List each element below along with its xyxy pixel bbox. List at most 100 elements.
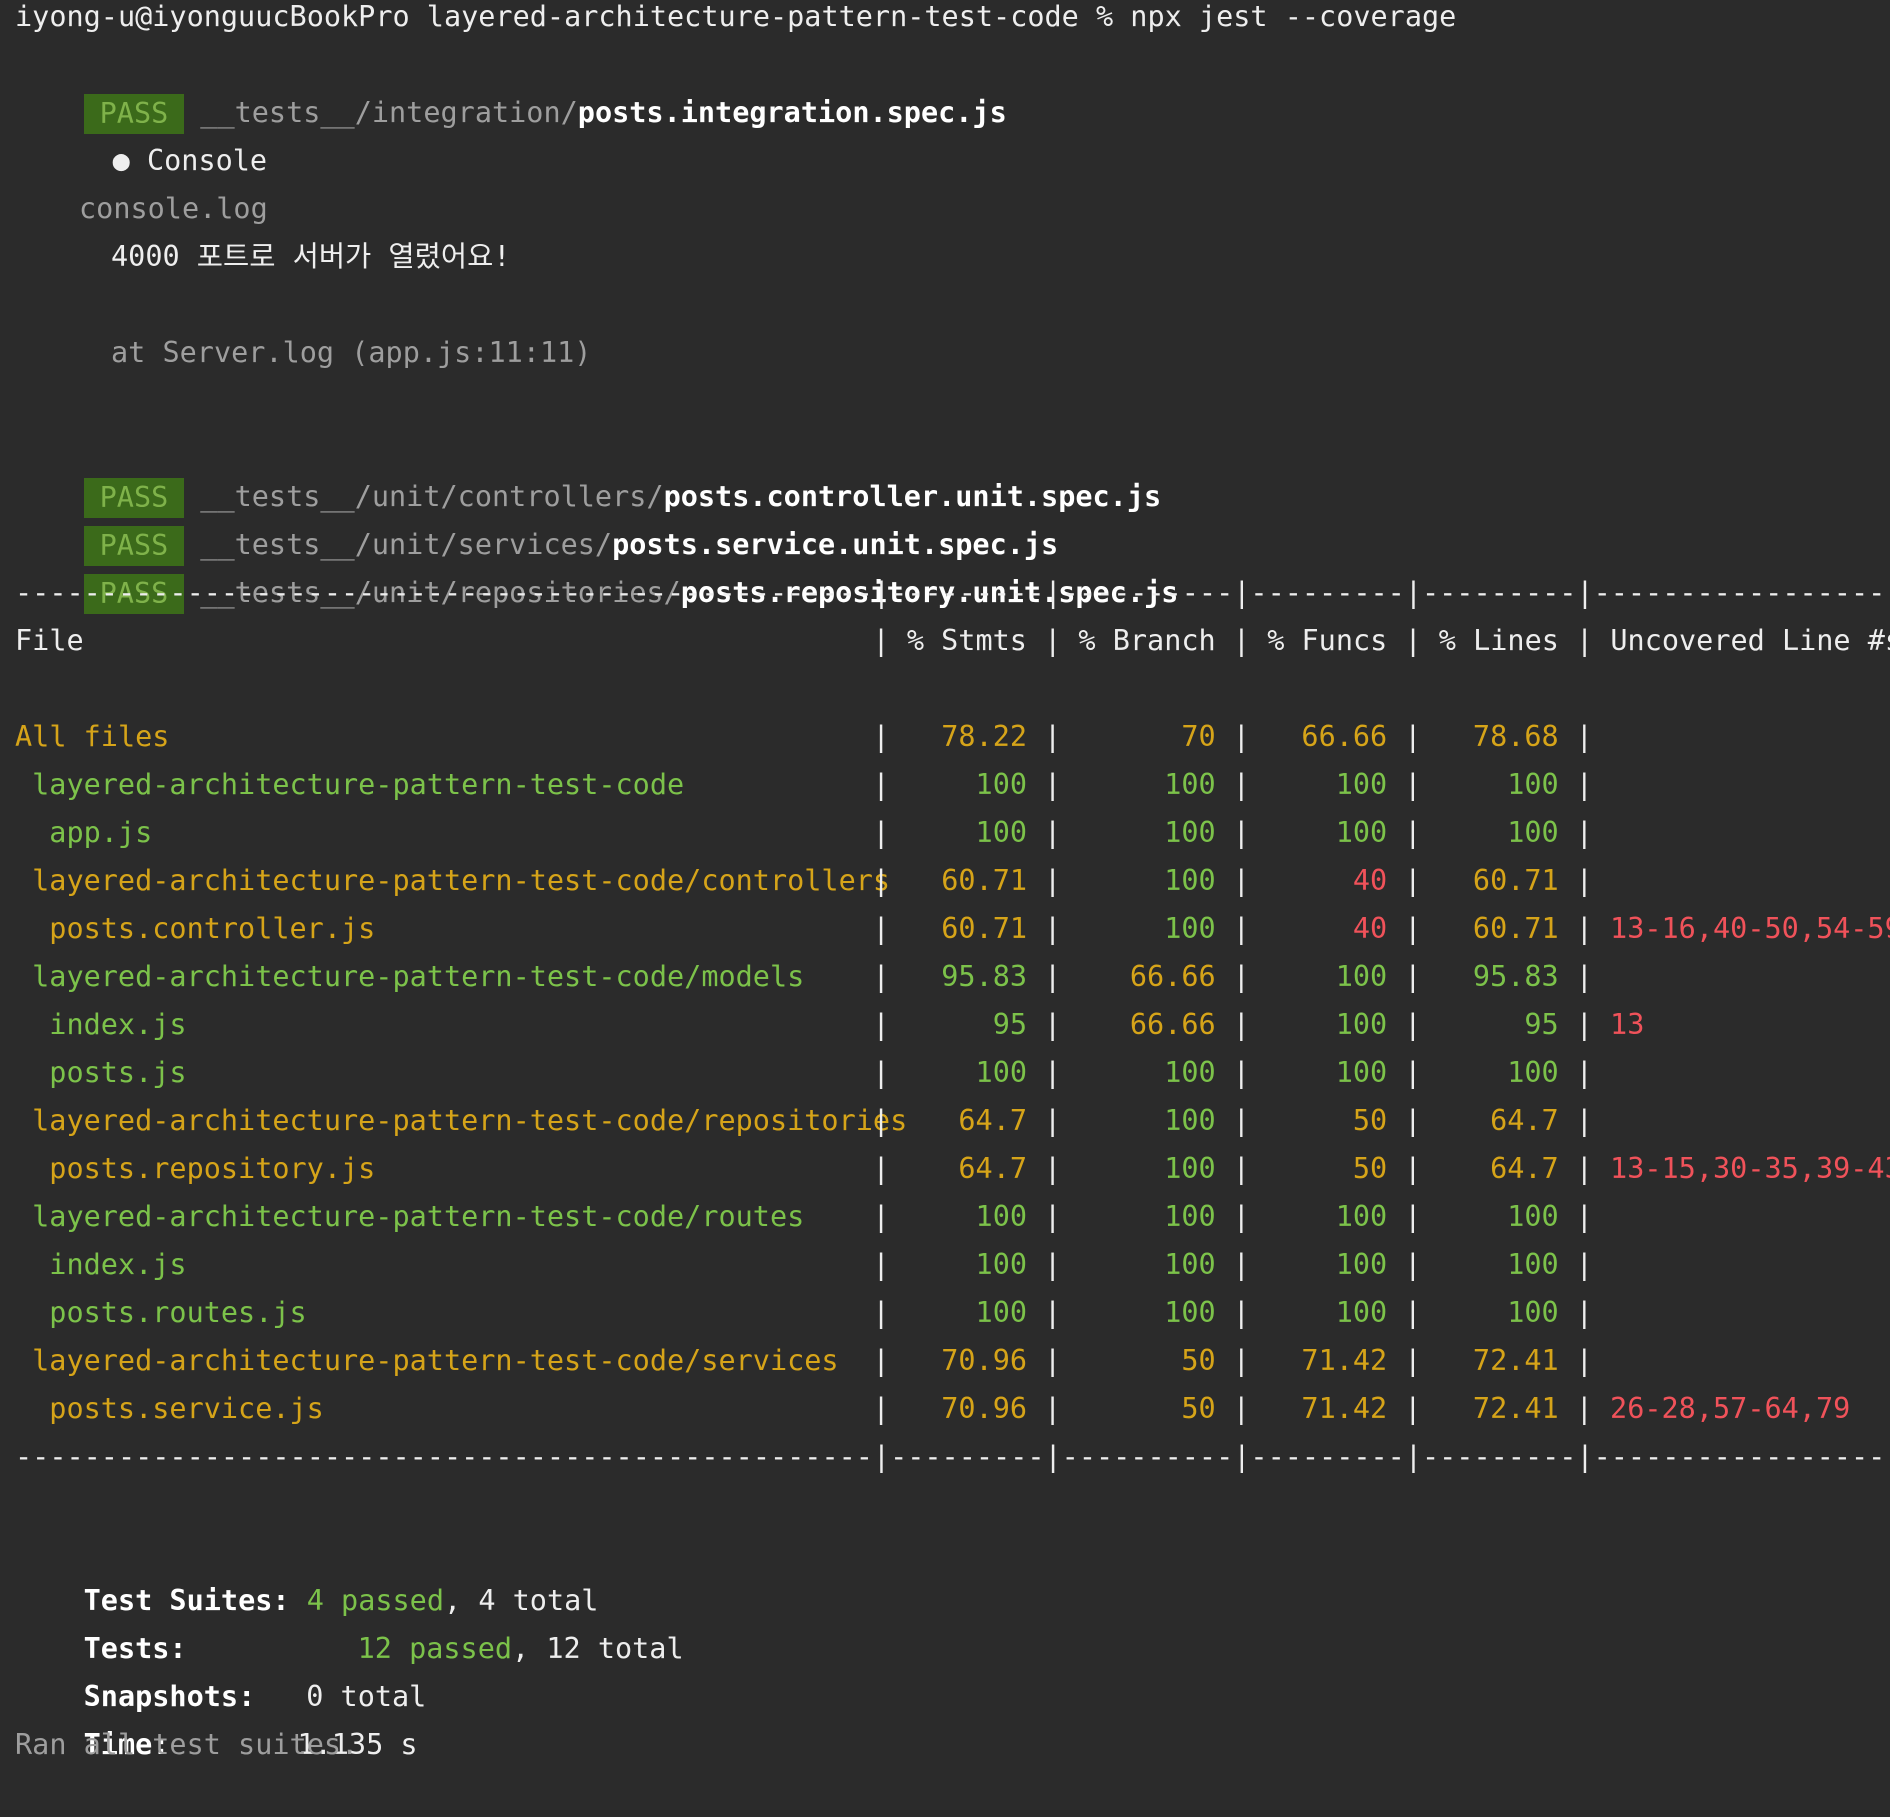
coverage-branch-value: 100: [1164, 1200, 1216, 1233]
suite-result-controller: PASS __tests__/unit/controllers/posts.con…: [15, 425, 1161, 518]
uncovered-lines: 13: [1610, 1008, 1645, 1041]
summary-tests: Tests: 12 passed, 12 total: [15, 1577, 684, 1665]
table-row: posts.service.js | 70.96 | 50 | 71.42 | 72.41 | 2…: [15, 1385, 1850, 1433]
coverage-lines-value: 78.68: [1472, 720, 1559, 753]
coverage-branch-value: 100: [1164, 1296, 1216, 1329]
summary-snapshots: Snapshots: 0 total: [15, 1625, 427, 1713]
table-header-stmts: % Stmts: [906, 624, 1027, 657]
coverage-funcs-value: 50: [1352, 1104, 1388, 1137]
table-row: posts.js | 100 | 100 | 100 | 100 |: [15, 1049, 1610, 1097]
table-header-funcs: % Funcs: [1267, 624, 1388, 657]
coverage-funcs-value: 40: [1352, 912, 1388, 945]
coverage-branch-value: 100: [1164, 1056, 1216, 1089]
console-log-label: console.log: [79, 192, 268, 225]
uncovered-lines: 13-16,40-50,54-59: [1610, 912, 1890, 945]
coverage-funcs-value: 100: [1335, 1008, 1388, 1041]
coverage-file-name: index.js: [49, 1008, 187, 1041]
coverage-lines-value: 100: [1507, 1056, 1559, 1089]
console-log-message: 4000 포트로 서버가 열렸어요!: [111, 240, 511, 273]
table-row: index.js | 100 | 100 | 100 | 100 |: [15, 1241, 1610, 1289]
table-header-file: File: [15, 624, 84, 657]
command-prompt: iyong-u@iyonguucBookPro layered-architec…: [15, 0, 1457, 33]
table-header-uncovered: Uncovered Line #s: [1610, 624, 1890, 657]
console-heading: ● Console: [44, 89, 267, 177]
coverage-file-name: posts.repository.js: [49, 1152, 376, 1185]
coverage-funcs-value: 100: [1335, 960, 1388, 993]
coverage-lines-value: 95: [1524, 1008, 1559, 1041]
uncovered-lines: 13-15,30-35,39-43: [1610, 1152, 1890, 1185]
coverage-lines-value: 60.71: [1472, 912, 1559, 945]
coverage-stmts-value: 100: [975, 1296, 1028, 1329]
coverage-branch-value: 100: [1164, 816, 1216, 849]
coverage-branch-value: 66.66: [1129, 1008, 1216, 1041]
coverage-lines-value: 95.83: [1472, 960, 1559, 993]
coverage-file-name: layered-architecture-pattern-test-code: [32, 768, 685, 801]
table-row: layered-architecture-pattern-test-code/c…: [15, 857, 1610, 905]
ran-all-message: Ran all test suites.: [15, 1728, 359, 1761]
coverage-file-name: app.js: [49, 816, 153, 849]
coverage-funcs-value: 100: [1335, 816, 1388, 849]
coverage-file-name: posts.routes.js: [49, 1296, 307, 1329]
coverage-lines-value: 100: [1507, 1248, 1559, 1281]
coverage-lines-value: 64.7: [1490, 1104, 1559, 1137]
coverage-funcs-value: 40: [1352, 864, 1388, 897]
table-row: index.js | 95 | 66.66 | 100 | 95 | 13: [15, 1001, 1644, 1049]
table-row: layered-architecture-pattern-test-code/r…: [15, 1193, 1610, 1241]
coverage-funcs-value: 100: [1335, 1200, 1388, 1233]
coverage-stmts-value: 95.83: [941, 960, 1028, 993]
suite-result-repository: PASS __tests__/unit/repositories/posts.re…: [15, 521, 1178, 614]
coverage-funcs-value: 100: [1335, 1296, 1388, 1329]
coverage-file-name: layered-architecture-pattern-test-code/r…: [32, 1104, 908, 1137]
coverage-funcs-value: 50: [1352, 1152, 1388, 1185]
coverage-branch-value: 100: [1164, 1152, 1216, 1185]
table-header-branch: % Branch: [1078, 624, 1216, 657]
suite-result-integration: PASS __tests__/integration/posts.integrat…: [15, 41, 1007, 134]
suite-result-service: PASS __tests__/unit/services/posts.servic…: [15, 473, 1058, 566]
coverage-file-name: layered-architecture-pattern-test-code/s…: [32, 1344, 839, 1377]
coverage-stmts-value: 100: [975, 768, 1028, 801]
coverage-lines-value: 72.41: [1472, 1344, 1559, 1377]
coverage-file-name: posts.service.js: [49, 1392, 324, 1425]
coverage-stmts-value: 64.7: [958, 1104, 1028, 1137]
table-row: posts.controller.js | 60.71 | 100 | 40 | 60.71 | …: [15, 905, 1890, 953]
coverage-lines-value: 100: [1507, 768, 1559, 801]
console-log-location: at Server.log (app.js:11:11): [111, 336, 592, 369]
coverage-stmts-value: 60.71: [941, 864, 1028, 897]
table-row: layered-architecture-pattern-test-code | 1…: [15, 761, 1610, 809]
coverage-branch-value: 100: [1164, 864, 1216, 897]
coverage-stmts-value: 70.96: [941, 1392, 1028, 1425]
coverage-funcs-value: 100: [1335, 768, 1388, 801]
table-row: All files | 78.22 | 70 | 66.66 | 78.68 |: [15, 713, 1610, 761]
bullet-icon: ●: [112, 144, 130, 177]
coverage-funcs-value: 100: [1335, 1056, 1388, 1089]
coverage-funcs-value: 71.42: [1301, 1344, 1388, 1377]
table-row: layered-architecture-pattern-test-code/m…: [15, 953, 1610, 1001]
table-row: posts.repository.js | 64.7 | 100 | 50 | 64.7 | 13…: [15, 1145, 1890, 1193]
coverage-stmts-value: 100: [975, 816, 1028, 849]
coverage-branch-value: 100: [1164, 768, 1216, 801]
coverage-lines-value: 100: [1507, 1296, 1559, 1329]
coverage-branch-value: 50: [1181, 1344, 1216, 1377]
coverage-branch-value: 100: [1164, 912, 1216, 945]
coverage-funcs-value: 71.42: [1301, 1392, 1388, 1425]
coverage-funcs-value: 100: [1335, 1248, 1388, 1281]
table-header-lines: % Lines: [1438, 624, 1559, 657]
coverage-branch-value: 100: [1164, 1104, 1216, 1137]
table-row: app.js | 100 | 100 | 100 | 100 |: [15, 809, 1610, 857]
uncovered-lines: 26-28,57-64,79: [1610, 1392, 1851, 1425]
terminal-window[interactable]: iyong-u@iyonguucBookPro layered-architec…: [0, 0, 1890, 1774]
suite-file: posts.integration.spec.js: [577, 96, 1007, 129]
table-row: layered-architecture-pattern-test-code/s…: [15, 1337, 1610, 1385]
coverage-funcs-value: 66.66: [1301, 720, 1388, 753]
coverage-stmts-value: 95: [992, 1008, 1028, 1041]
coverage-stmts-value: 70.96: [941, 1344, 1028, 1377]
table-row: posts.routes.js | 100 | 100 | 100 | 100 |: [15, 1289, 1610, 1337]
coverage-branch-value: 66.66: [1129, 960, 1216, 993]
coverage-file-name: layered-architecture-pattern-test-code/c…: [32, 864, 891, 897]
coverage-file-name: layered-architecture-pattern-test-code/r…: [32, 1200, 805, 1233]
table-separator: ----------------------------------------…: [15, 576, 1890, 609]
coverage-branch-value: 50: [1181, 1392, 1216, 1425]
table-separator: ----------------------------------------…: [15, 1440, 1890, 1473]
coverage-branch-value: 100: [1164, 1248, 1216, 1281]
coverage-file-name: index.js: [49, 1248, 187, 1281]
